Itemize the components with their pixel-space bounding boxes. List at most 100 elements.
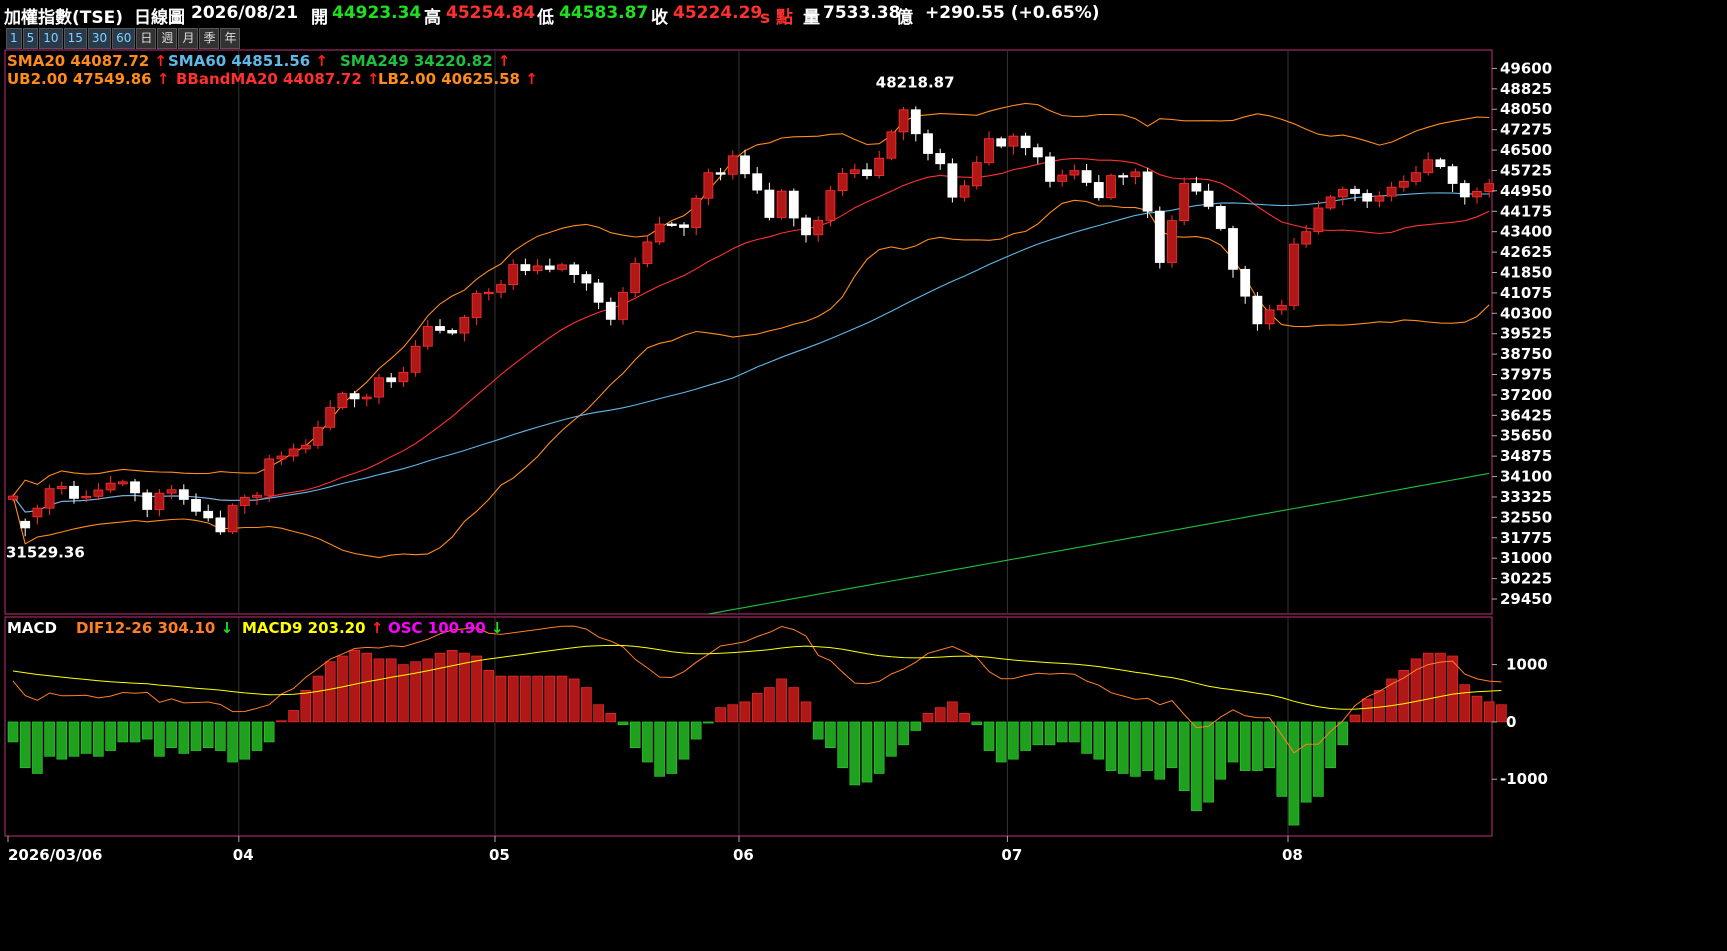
osc-bar <box>544 675 556 723</box>
candle-body <box>1459 183 1470 198</box>
osc-bar <box>1459 684 1471 723</box>
osc-bar <box>1288 721 1300 826</box>
candle-body <box>1167 220 1177 263</box>
osc-bar <box>1276 721 1288 797</box>
candle-body <box>459 317 470 334</box>
candle-body <box>1118 175 1129 178</box>
osc-bar <box>166 721 177 749</box>
legend-macd-arrow: ↓ <box>221 619 234 637</box>
candle-body <box>166 489 177 494</box>
legend-main-2: SMA249 34220.82 ↑ <box>340 52 510 70</box>
candle-body <box>154 492 165 510</box>
osc-bar <box>593 704 604 723</box>
osc-bar <box>1264 721 1275 769</box>
osc-bar <box>1252 721 1263 771</box>
candle-body <box>252 494 262 498</box>
macd-y-tick-label: -1000 <box>1500 770 1548 788</box>
candle-body <box>1228 228 1238 270</box>
osc-bar <box>80 721 92 754</box>
candle-body <box>435 326 445 331</box>
osc-bar <box>1166 721 1178 769</box>
candle-body <box>1008 135 1019 147</box>
osc-bar <box>1178 721 1190 792</box>
osc-bar <box>324 661 336 723</box>
candle-body <box>593 282 604 303</box>
osc-bar <box>715 707 726 723</box>
osc-bar <box>1069 721 1080 743</box>
legend-macd-2: MACD9 203.20 ↑ <box>242 619 383 637</box>
candle-body <box>93 489 104 497</box>
osc-bar <box>422 658 434 723</box>
candle-body <box>666 223 677 226</box>
osc-bar <box>385 658 397 723</box>
candle-body <box>1154 210 1165 263</box>
y-tick-label: 41850 <box>1500 263 1552 281</box>
candle-body <box>349 393 360 400</box>
candle-body <box>654 223 665 243</box>
candle-body <box>532 265 543 272</box>
candle-body <box>325 407 336 428</box>
osc-bar <box>1447 655 1458 723</box>
legend-macd-arrow: ↓ <box>491 619 504 637</box>
candle-body <box>1313 207 1324 233</box>
legend-up-arrow: ↑ <box>525 70 538 88</box>
legend-main-3: UB2.00 47549.86 ↑ <box>7 70 169 88</box>
y-tick-label: 31775 <box>1500 529 1552 547</box>
osc-bar <box>349 649 360 723</box>
osc-bar <box>520 675 531 723</box>
osc-bar <box>68 721 80 757</box>
osc-bar <box>1471 695 1483 723</box>
candle-body <box>56 485 67 490</box>
candle-body <box>361 396 372 400</box>
osc-bar <box>495 675 507 723</box>
legend-macd-0: MACD <box>7 619 57 637</box>
y-tick-label: 40300 <box>1500 304 1552 322</box>
candle-body <box>1130 171 1141 178</box>
y-tick-label: 29450 <box>1500 590 1552 608</box>
y-tick-label: 49600 <box>1500 59 1552 77</box>
candle-body <box>813 219 824 236</box>
legend-main-1: SMA60 44851.56 ↑ <box>168 52 328 70</box>
y-tick-label: 43400 <box>1500 223 1552 241</box>
legend-main-5: LB2.00 40625.58 ↑ <box>378 70 538 88</box>
candle-body <box>727 155 738 175</box>
candle-body <box>422 326 433 347</box>
y-tick-label: 44950 <box>1500 182 1552 200</box>
osc-bar <box>44 721 55 757</box>
candle-body <box>1032 147 1043 158</box>
candle-body <box>1215 206 1226 229</box>
osc-bar <box>1020 721 1031 751</box>
candle-body <box>630 263 641 293</box>
candle-body <box>1057 174 1068 182</box>
osc-bar <box>532 675 543 723</box>
y-tick-label: 48825 <box>1500 80 1552 98</box>
candle-body <box>1350 188 1360 194</box>
candle-body <box>788 190 799 219</box>
x-tick-label: 08 <box>1282 846 1303 864</box>
candle-body <box>1398 180 1409 188</box>
candle-body <box>1447 166 1458 184</box>
osc-bar <box>1227 721 1239 763</box>
osc-bar <box>1313 721 1324 797</box>
y-tick-label: 47275 <box>1500 121 1552 139</box>
y-tick-label: 34875 <box>1500 447 1552 465</box>
candle-body <box>837 173 848 192</box>
osc-bar <box>727 704 739 723</box>
legend-macd-3: OSC 100.90 ↓ <box>388 619 503 637</box>
osc-bar <box>105 721 116 751</box>
osc-bar <box>361 652 373 723</box>
osc-bar <box>129 721 141 743</box>
candle-body <box>337 393 348 408</box>
y-tick-label: 45725 <box>1500 161 1552 179</box>
candle-body <box>313 426 323 446</box>
y-tick-label: 31000 <box>1500 549 1552 567</box>
osc-bar <box>288 710 299 723</box>
candle-body <box>1191 183 1202 192</box>
osc-bar <box>751 692 763 723</box>
candle-body <box>1301 231 1312 245</box>
y-tick-label: 37200 <box>1500 386 1552 404</box>
osc-bar <box>983 721 995 751</box>
candle-body <box>447 330 458 334</box>
price-annotation: 31529.36 <box>6 543 85 561</box>
candle-body <box>386 377 397 383</box>
